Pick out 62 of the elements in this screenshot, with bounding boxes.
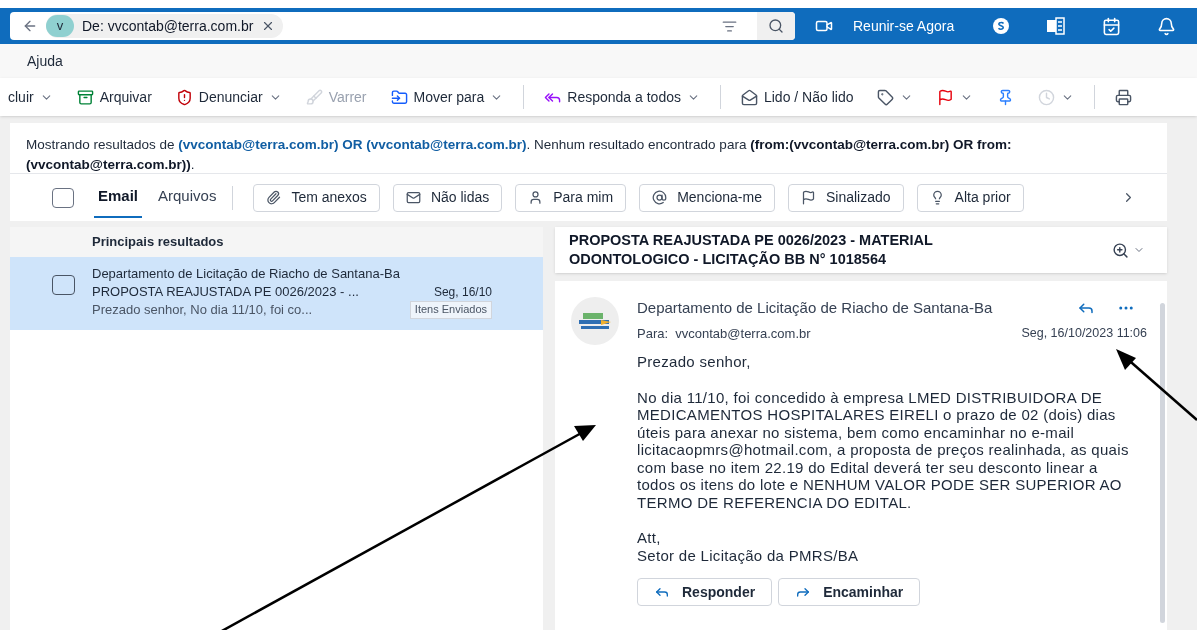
search-field[interactable]: v De: vvcontab@terra.com.br <box>10 12 795 40</box>
search-chip[interactable]: v De: vvcontab@terra.com.br <box>46 14 284 38</box>
meet-now-button[interactable]: Reunir-se Agora <box>853 15 955 37</box>
toolbar-button[interactable]: Arquivar <box>68 81 160 113</box>
sender-name: Departamento de Licitação de Riacho de Santana-Ba <box>637 298 994 318</box>
message-checkbox[interactable] <box>52 275 75 295</box>
search-query: De: vvcontab@terra.com.br <box>82 16 254 36</box>
bell-icon[interactable] <box>1157 16 1177 36</box>
message-action-button[interactable]: Responder <box>637 578 773 606</box>
envelope-icon <box>740 88 758 106</box>
toolbar-button[interactable]: cluir <box>0 81 61 113</box>
filter-chip[interactable]: Tem anexos <box>253 183 380 212</box>
message-list-item[interactable]: Departamento de Licitação de Riacho de Santana-Ba PROPOSTA REAJUSTADA PE 0026/2023 - ... Seg, 16/10 Prezado senhor, No dia 11/10, foi co... Itens Enviados <box>10 257 543 330</box>
envelope-icon <box>405 190 421 205</box>
sender-logo-icon <box>571 297 619 345</box>
message-preview: Prezado senhor, No dia 11/10, foi co... <box>92 301 313 319</box>
recipient-line: Para: vvcontab@terra.com.br <box>637 324 811 343</box>
folder-tag: Itens Enviados <box>409 301 492 319</box>
message-action-button[interactable]: Encaminhar <box>778 578 921 606</box>
at-icon <box>652 190 668 205</box>
message-date: Seg, 16/10/2023 11:06 <box>1021 324 1147 342</box>
search-icon <box>768 18 784 34</box>
toolbar-button[interactable]: Lido / Não lido <box>732 81 862 113</box>
clock-icon <box>1038 88 1056 106</box>
search-button[interactable] <box>757 12 795 40</box>
tag-icon <box>877 88 895 106</box>
filter-chip[interactable]: Para mim <box>515 183 627 212</box>
message-date: Seg, 16/10 <box>433 284 492 301</box>
filter-chip[interactable]: Sinalizado <box>788 183 904 212</box>
message-subject-title: PROPOSTA REAJUSTADA PE 0026/2023 - MATERIAL ODONTOLOGICO - LICITAÇÃO BB N° 1018564 <box>569 231 934 269</box>
zoom-icon[interactable] <box>1112 241 1129 259</box>
office-icon[interactable] <box>1046 17 1067 35</box>
filter-tab[interactable]: Arquivos <box>154 177 221 218</box>
message-paragraph: No dia 11/10, foi concedido à empresa LMED DISTRIBUIDORA DE MEDICAMENTOS HOSPITALARES EIRELI o prazo de 02 (dois) dias úteis para anexar no sistema, bem como encaminhar no e-mail licitacaopmrs@hotmail.com, a proposta de preços realinhada, as quais com base no item 22.19 do Edital deverá ter seu desconto linear a todos os itens do lote e NENHUM VALOR PODE SER SUPERIOR AO TERMO DE REFERENCIA DO EDITAL. <box>637 388 1130 511</box>
filter-icon[interactable] <box>722 18 737 34</box>
filter-tab[interactable]: Email <box>94 177 143 218</box>
flag-icon <box>937 88 955 106</box>
filter-chip[interactable]: Não lidas <box>392 183 503 212</box>
menu-tab[interactable]: Ajuda <box>27 50 63 72</box>
person-icon <box>528 190 544 205</box>
list-header: Principais resultados <box>10 227 543 257</box>
chat-logo-icon[interactable] <box>992 17 1011 35</box>
flag-icon <box>801 190 816 205</box>
message-paragraph: Prezado senhor, <box>637 353 752 371</box>
contact-avatar: v <box>46 15 74 37</box>
folder-icon <box>390 88 408 106</box>
select-all-checkbox[interactable] <box>52 187 74 208</box>
toolbar-button[interactable]: Responda a todos <box>536 81 708 113</box>
toolbar-button[interactable]: Denunciar <box>167 81 290 113</box>
message-paragraph: Att, Setor de Licitação da PMRS/BA <box>637 529 860 564</box>
search-summary: Mostrando resultados de (vvcontab@terra.com.br) OR (vvcontab@terra.com.br). Nenhum resultado encontrado para (from:(vvcontab@terra.com.br) OR from:(vvcontab@terra.com.br)). <box>25 136 1013 173</box>
printer-icon <box>1115 88 1133 106</box>
toolbar-button[interactable]: Mover para <box>382 81 512 113</box>
broom-icon <box>305 88 323 106</box>
message-sender: Departamento de Licitação de Riacho de Santana-Ba <box>92 265 401 283</box>
message-subject: PROPOSTA REAJUSTADA PE 0026/2023 - ... <box>92 283 359 301</box>
paperclip-icon <box>266 190 282 205</box>
filter-chip[interactable]: Alta prior <box>916 183 1024 212</box>
filter-chip[interactable]: Menciona-me <box>639 183 775 212</box>
calendar-icon[interactable] <box>1102 16 1122 36</box>
archive-icon <box>76 88 94 106</box>
shield-icon <box>175 88 193 106</box>
